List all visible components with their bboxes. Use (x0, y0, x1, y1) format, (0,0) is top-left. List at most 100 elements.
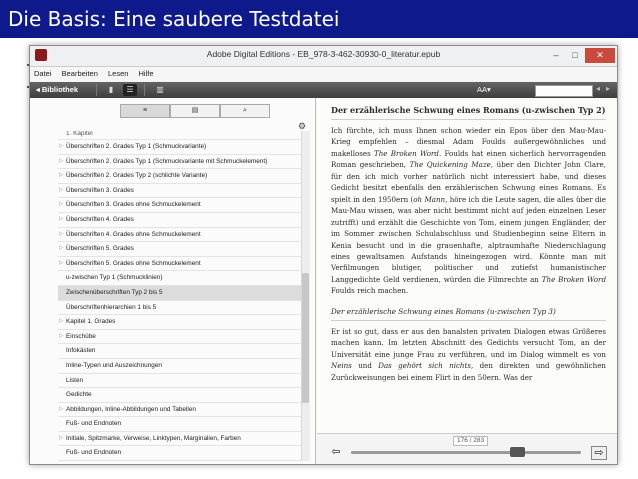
toc-item-label: Überschriften 2. Grades Typ 2 (schlichte… (66, 172, 208, 180)
toc-item-label: Kapitel 1. Grades (66, 318, 116, 326)
toc-item[interactable]: ▷ Überschriften 2. Grades Typ 1 (Schmuckv… (58, 155, 308, 170)
adobe-digital-editions-window: Adobe Digital Editions - EB_978-3-462-30… (29, 45, 618, 465)
progress-slider-thumb[interactable] (509, 447, 525, 457)
toc-item-label: Überschriften 2. Grades Typ 1 (Schmuckva… (66, 143, 207, 150)
toc-item-label: Infokästen (66, 347, 96, 355)
toc-item-label: Überschriftenhierarchien 1 bis 5 (66, 303, 157, 311)
toc-item[interactable]: ▷ Überschriften 3. Grades ohne Schmuckele… (58, 198, 308, 213)
prev-page-icon[interactable]: ◂ (596, 84, 600, 93)
toc-item[interactable]: ▷ Überschriften 2. Grades Typ 1 (Schmuckv… (58, 140, 308, 155)
toc-item-label: Inline-Typen und Auszeichnungen (66, 361, 162, 369)
toc-item[interactable]: ▷ Überschriften 5. Grades ohne Schmuckele… (58, 257, 308, 272)
toc-item[interactable]: Überschriftenhierarchien 1 bis 5 (58, 301, 308, 316)
bookmark-icon[interactable]: ▮ (104, 84, 118, 96)
expand-arrow-icon[interactable]: ▷ (59, 432, 63, 446)
toc-item[interactable]: ▷ Einschübe (58, 330, 308, 345)
toc-item[interactable]: ▷ Überschriften 2. Grades Typ 2 (schlicht… (58, 169, 308, 184)
toc-item[interactable]: ▷ Überschriften 4. Grades ohne Schmuckele… (58, 228, 308, 243)
menu-datei[interactable]: Datei (30, 67, 56, 81)
expand-arrow-icon[interactable]: ▷ (59, 315, 63, 329)
chapter-heading: Der erzählerische Schwung eines Romans (… (331, 104, 606, 120)
menu-hilfe[interactable]: Hilfe (135, 67, 158, 81)
progress-track[interactable] (351, 451, 581, 454)
expand-arrow-icon[interactable]: ▷ (59, 140, 63, 154)
toc-item[interactable]: ▷ Überschriften 5. Grades (58, 242, 308, 257)
toc-item-label: Listen (66, 376, 84, 384)
toc-item[interactable]: Infokästen (58, 344, 308, 359)
toc-item[interactable]: ▷ Kapitel 1. Grades (58, 315, 308, 330)
toc-item-label: Überschriften 3. Grades ohne Schmuckelem… (66, 201, 201, 209)
expand-arrow-icon[interactable]: ▷ (59, 257, 63, 271)
toc-item[interactable]: Zwischenüberschriften Typ 2 bis 5 (58, 285, 308, 301)
next-page-icon[interactable]: ▸ (606, 84, 610, 93)
minimize-button[interactable]: – (547, 48, 565, 63)
toc-item[interactable]: u-zwischen Typ 1 (Schmucklinien) (58, 271, 308, 286)
toc-item[interactable]: Fuß- und Endnoten (58, 446, 308, 462)
font-size-button[interactable]: AA▾ (477, 85, 491, 94)
expand-arrow-icon[interactable]: ▷ (59, 155, 63, 169)
toc-item[interactable]: Inline-Typen und Auszeichnungen (58, 359, 308, 374)
reader-navigation-bar: 176 / 283 ⇦ ⇨ (317, 433, 617, 464)
toc-item[interactable]: Gedichte (58, 388, 308, 403)
pane-tabs: ≡ ▤ ⌕ (120, 104, 270, 118)
book-content: Der erzählerische Schwung eines Romans (… (331, 104, 606, 383)
body-paragraph: Ich fürchte, ich muss Ihnen schon wieder… (331, 126, 606, 296)
toc-item[interactable]: ▷ Überschriften 4. Grades (58, 213, 308, 228)
toc-item-label: Einschübe (66, 332, 96, 340)
toc-list: 1. Kapitel ▷ Überschriften 2. Grades Typ 1… (58, 131, 308, 462)
expand-arrow-icon[interactable]: ▷ (59, 169, 63, 183)
menu-bar: Datei Bearbeiten Lesen Hilfe (30, 67, 617, 81)
tab-thumbnails-icon[interactable]: ▤ (170, 104, 220, 118)
expand-arrow-icon[interactable]: ▷ (59, 403, 63, 417)
toc-item-label: Überschriften 5. Grades (66, 245, 134, 253)
toc-item-label: Überschriften 2. Grades Typ 1 (Schmuckva… (66, 157, 268, 165)
window-title: Adobe Digital Editions - EB_978-3-462-30… (206, 49, 441, 59)
expand-arrow-icon[interactable]: ▷ (59, 228, 63, 242)
toc-item-label: Überschriften 3. Grades (66, 186, 134, 194)
expand-arrow-icon[interactable]: ▷ (59, 330, 63, 344)
page-indicator: 176 / 283 (453, 436, 489, 446)
toc-item-label: 1. Kapitel (66, 131, 93, 137)
toc-item-label: Gedichte (66, 391, 92, 399)
toolbar-divider (96, 84, 97, 96)
toc-item[interactable]: 1. Kapitel (58, 131, 308, 140)
slide-title: Die Basis: Eine saubere Testdatei (0, 0, 638, 38)
toc-item-label: Fuß- und Endnoten (66, 420, 122, 428)
toc-item[interactable]: ▷ Initiale, Spitzmarke, Verweise, Linktyp… (58, 432, 308, 447)
toc-scrollbar-thumb[interactable] (302, 273, 309, 403)
menu-lesen[interactable]: Lesen (104, 67, 132, 81)
body-paragraph: Er ist so gut, dass er aus den banalsten… (331, 326, 606, 382)
library-back-button[interactable]: ◂ Bibliothek (36, 85, 78, 94)
expand-arrow-icon[interactable]: ▷ (59, 184, 63, 198)
toc-item-label: Initiale, Spitzmarke, Verweise, Linktype… (66, 434, 241, 442)
reading-pane: Der erzählerische Schwung eines Romans (… (317, 98, 617, 433)
close-button[interactable]: ✕ (585, 48, 615, 63)
toc-item-label: Überschriften 4. Grades (66, 215, 134, 223)
toc-item-label: Überschriften 5. Grades ohne Schmuckelem… (66, 259, 201, 267)
expand-arrow-icon[interactable]: ▷ (59, 242, 63, 256)
toc-item-label: u-zwischen Typ 1 (Schmucklinien) (66, 274, 163, 282)
toolbar: ◂ Bibliothek ▮ ☰ ▥ AA▾ ◂ ▸ (30, 82, 617, 98)
window-controls: – □ ✕ (547, 48, 615, 63)
toc-item-label: Überschriften 4. Grades ohne Schmuckelem… (66, 230, 201, 238)
toc-view-icon[interactable]: ☰ (123, 84, 137, 96)
menu-bearbeiten[interactable]: Bearbeiten (58, 67, 102, 81)
chart-icon[interactable]: ▥ (153, 84, 167, 96)
toc-item-label: Zwischenüberschriften Typ 2 bis 5 (66, 288, 163, 296)
toc-item[interactable]: Listen (58, 374, 308, 389)
toc-item-label: Fuß- und Endnoten (66, 449, 122, 457)
maximize-button[interactable]: □ (566, 48, 584, 63)
toc-item-label: Abbildungen, Inline-Abbildungen und Tabe… (66, 405, 196, 413)
tab-toc-icon[interactable]: ≡ (120, 104, 170, 118)
toc-item[interactable]: ▷ Abbildungen, Inline-Abbildungen und Tab… (58, 403, 308, 418)
toc-item[interactable]: Fuß- und Endnoten (58, 417, 308, 432)
toc-item[interactable]: ▷ Überschriften 3. Grades (58, 184, 308, 199)
prev-page-arrow-icon[interactable]: ⇦ (329, 446, 343, 458)
window-titlebar[interactable]: Adobe Digital Editions - EB_978-3-462-30… (30, 46, 617, 67)
tab-search-icon[interactable]: ⌕ (220, 104, 270, 118)
expand-arrow-icon[interactable]: ▷ (59, 213, 63, 227)
search-input[interactable] (535, 85, 593, 97)
expand-arrow-icon[interactable]: ▷ (59, 198, 63, 212)
next-page-arrow-icon[interactable]: ⇨ (591, 446, 607, 460)
toolbar-divider (144, 84, 145, 96)
